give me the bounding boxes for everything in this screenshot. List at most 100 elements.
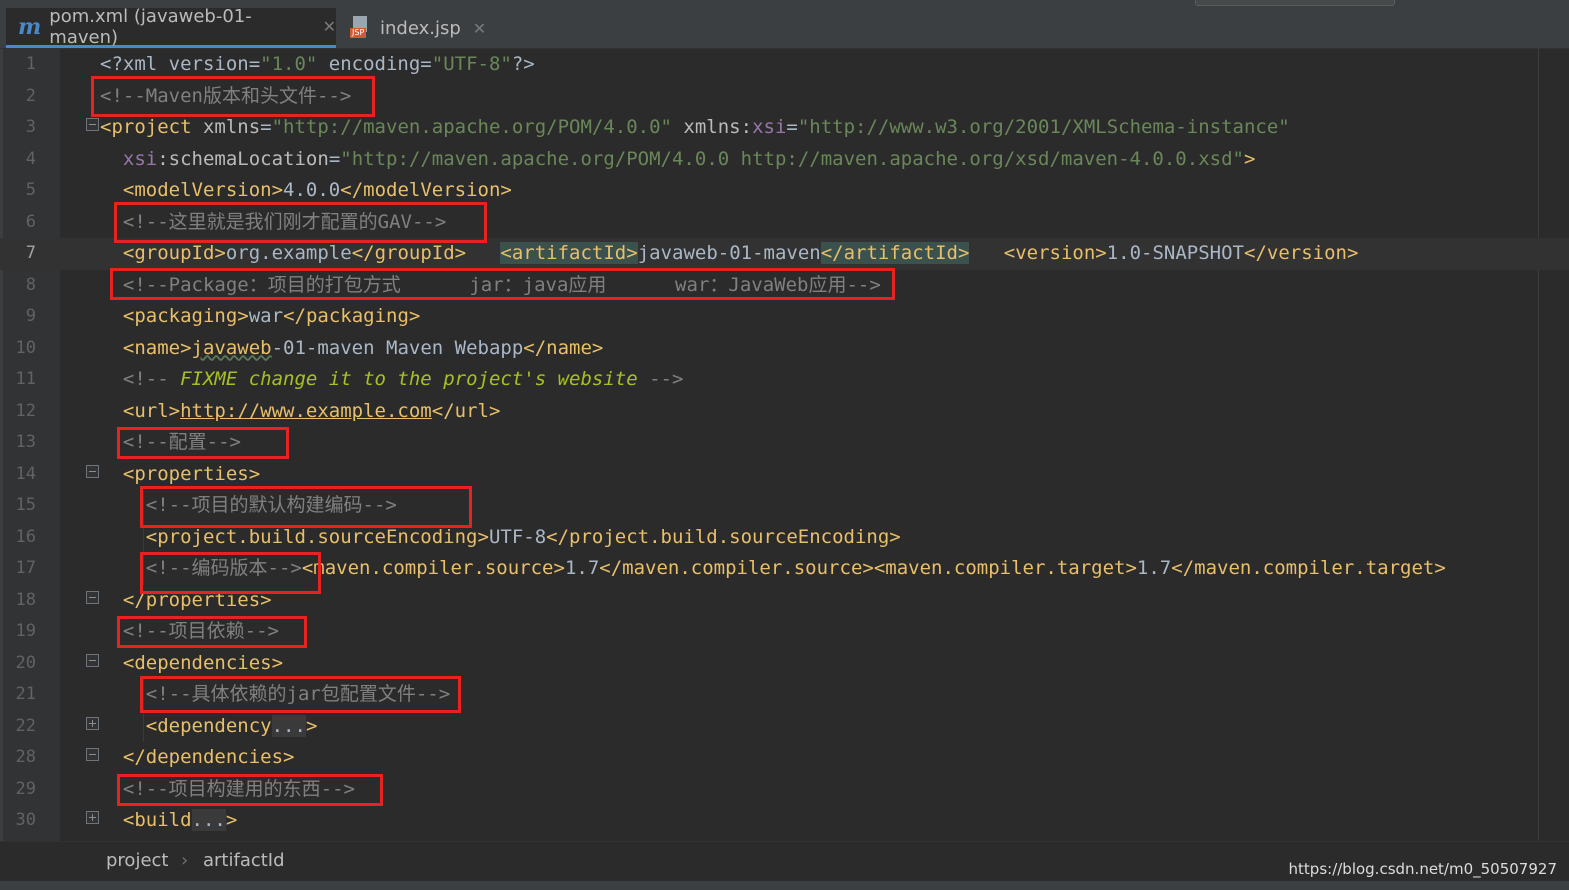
code-text: <dependencies> [100,648,283,680]
line-number: 22 [15,715,36,736]
code-text: <!-- FIXME change it to the project's we… [100,364,684,396]
line-number: 4 [25,148,36,169]
line-number: 1 [25,54,36,74]
line-number: 5 [25,180,36,200]
code-token: = [328,147,341,170]
code-token: <maven.compiler.source> [301,557,565,579]
code-token: </version> [1244,242,1359,264]
code-token: </groupId> [351,242,467,264]
fold-toggle-icon[interactable] [86,748,99,761]
code-token: <!-- [122,368,181,390]
line-number: 18 [15,589,36,610]
code-token: </project.build.sourceEncoding> [546,525,901,548]
annotation-box [140,676,461,713]
code-token: <dependencies> [122,651,284,674]
code-line[interactable]: 10 <name>javaweb-01-maven Maven Webapp</… [0,333,1569,365]
code-token: <build [122,809,192,831]
fold-toggle-icon[interactable] [86,591,99,604]
code-line[interactable]: 9 <packaging>war</packaging> [0,301,1569,333]
code-line[interactable]: 22 <dependency...> [0,711,1569,743]
code-token: xsi [122,147,158,170]
code-token: </maven.compiler.target> [1171,557,1446,579]
code-text: xsi:schemaLocation="http://maven.apache.… [100,144,1256,176]
code-token: 1.7 [1136,557,1172,579]
breadcrumb-project[interactable]: project [106,850,168,871]
code-token: org.example [225,242,352,264]
code-token: <version> [1003,242,1107,264]
fold-expand-icon[interactable] [86,717,99,730]
line-number: 15 [15,495,36,515]
line-number: 13 [15,432,36,452]
code-text: </dependencies> [100,742,295,774]
close-icon[interactable]: ✕ [323,17,336,36]
line-number: 30 [15,810,36,830]
breadcrumb-artifactid[interactable]: artifactId [203,850,285,871]
annotation-box [117,427,289,459]
fold-expand-icon[interactable] [86,811,99,824]
line-number: 20 [15,652,36,673]
code-token: <url> [122,399,181,422]
tab-label: pom.xml (javaweb-01-maven) [49,5,252,48]
line-number: 8 [25,274,36,295]
line-number: 28 [15,747,36,767]
annotation-box [110,268,895,300]
tab-index-jsp[interactable]: JSP index.jsp ✕ [342,8,492,48]
code-token: "1.0" [260,53,318,75]
line-number: 6 [25,211,36,232]
line-number: 29 [15,778,36,799]
code-token: 1.7 [564,557,600,579]
code-token: "http://www.w3.org/2001/XMLSchema-instan… [797,116,1290,138]
line-number: 9 [25,306,36,326]
code-token: <project [100,116,203,138]
code-line[interactable]: 4 xsi:schemaLocation="http://maven.apach… [0,144,1569,176]
code-token: <groupId> [122,242,226,264]
code-line[interactable]: 28 </dependencies> [0,742,1569,774]
code-token: ?> [511,53,535,75]
code-token: xsi [752,116,787,138]
code-text: <build...> [100,805,237,837]
line-number: 17 [15,558,36,578]
line-number: 3 [25,117,36,137]
code-token: <properties> [122,462,261,485]
code-token: </maven.compiler.source><maven.compiler.… [599,557,1137,579]
bottom-strip [0,881,1569,890]
code-token: > [1243,147,1256,170]
annotation-box [91,76,375,117]
tab-pom-xml[interactable]: m pom.xml (javaweb-01-maven) ✕ [6,5,336,48]
fold-toggle-icon[interactable] [86,118,99,131]
fold-toggle-icon[interactable] [86,465,99,478]
fold-toggle-icon[interactable] [86,654,99,667]
close-icon[interactable]: ✕ [473,19,486,38]
code-token: </name> [523,336,604,359]
code-text: <url>http://www.example.com</url> [100,396,501,428]
toolbar-control[interactable] [1195,0,1395,6]
code-token: <?xml version= [100,53,261,75]
code-token: 1.0-SNAPSHOT [1106,242,1244,264]
code-token: <artifactId> [500,242,638,264]
code-token: = [260,116,272,138]
code-text: <dependency...> [100,711,317,743]
code-line[interactable]: 11 <!-- FIXME change it to the project's… [0,364,1569,396]
code-token: </dependencies> [122,746,295,768]
code-token: FIXME change it to the project's website [180,368,638,390]
code-token: 4.0.0 [283,179,341,201]
code-token: <modelVersion> [122,179,284,201]
annotation-box [140,552,321,594]
code-token: "http://maven.apache.org/POM/4.0.0 http:… [340,147,1244,170]
code-line[interactable]: 30 <build...> [0,805,1569,837]
code-line[interactable]: 12 <url>http://www.example.com</url> [0,396,1569,428]
line-number: 2 [25,85,36,106]
code-token: "http://maven.apache.org/POM/4.0.0" [271,116,672,138]
line-number: 19 [15,621,36,641]
code-line[interactable]: 20 <dependencies> [0,648,1569,680]
jsp-file-icon: JSP [350,16,372,40]
